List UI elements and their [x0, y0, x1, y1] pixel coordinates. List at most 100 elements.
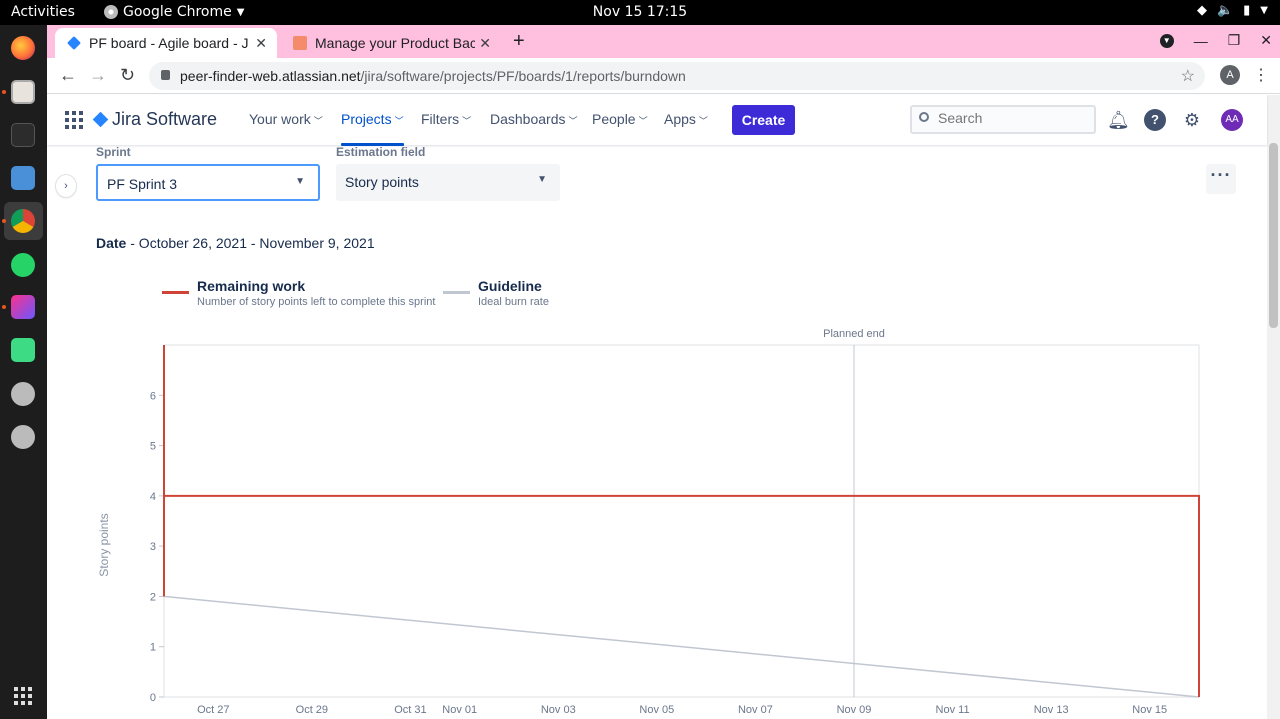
- close-icon[interactable]: ✕: [255, 35, 267, 52]
- chevron-down-icon: ﹀: [313, 116, 323, 126]
- android-studio-icon[interactable]: [11, 338, 35, 362]
- menu-label: Filters: [421, 111, 460, 127]
- intellij-icon[interactable]: [11, 295, 35, 319]
- browser-tab-strip: PF board - Agile board - Jira ✕ Manage y…: [47, 25, 1280, 58]
- wifi-icon: ◆: [1196, 3, 1207, 18]
- lock-icon: [161, 70, 170, 80]
- notifications-icon[interactable]: 🔔︎: [1107, 109, 1130, 131]
- y-tick-label: 0: [150, 692, 156, 704]
- burndown-report: › Sprint PF Sprint 3 ▼ Estimation field …: [47, 145, 1267, 719]
- chevron-down-icon: ﹀: [394, 116, 404, 126]
- jira-logo-icon: [92, 111, 109, 128]
- whatsapp-icon[interactable]: [11, 253, 35, 277]
- url-text: peer-finder-web.atlassian.net/jira/softw…: [180, 68, 686, 84]
- product-name: Jira Software: [112, 109, 218, 129]
- y-tick-label: 2: [150, 591, 156, 603]
- remaining-work-line: [163, 345, 1200, 697]
- create-button[interactable]: Create: [732, 105, 795, 135]
- chrome-icon: [104, 5, 118, 19]
- system-tray[interactable]: ◆ 🔈 ▮ ▼: [1197, 3, 1268, 18]
- address-bar[interactable]: peer-finder-web.atlassian.net/jira/softw…: [149, 62, 1205, 90]
- menu-projects[interactable]: Projects ﹀: [341, 111, 404, 146]
- disk-icon[interactable]: [11, 382, 35, 406]
- x-tick-label: Nov 11: [936, 704, 970, 716]
- caret-down-icon: ▼: [1260, 5, 1268, 16]
- x-tick-label: Nov 03: [541, 704, 576, 716]
- running-indicator: [2, 305, 6, 309]
- activities-button[interactable]: Activities: [11, 4, 75, 20]
- chevron-down-icon: ﹀: [698, 116, 708, 126]
- volume-icon: 🔈: [1216, 3, 1234, 18]
- profile-avatar[interactable]: A: [1220, 65, 1240, 85]
- chrome-icon[interactable]: [11, 209, 35, 233]
- firefox-icon[interactable]: [11, 36, 35, 60]
- x-tick-label: Nov 15: [1132, 704, 1167, 716]
- url-path: /jira/software/projects/PF/boards/1/repo…: [360, 68, 686, 84]
- document-viewer-icon[interactable]: [11, 166, 35, 190]
- active-menu-underline: [341, 143, 404, 146]
- y-tick-label: 3: [150, 541, 156, 553]
- y-tick-label: 6: [150, 390, 156, 402]
- forward-icon[interactable]: →: [89, 65, 107, 86]
- menu-apps[interactable]: Apps ﹀: [664, 111, 708, 127]
- tab-title: PF board - Agile board - Jira: [89, 35, 249, 51]
- menu-people[interactable]: People ﹀: [592, 111, 648, 127]
- menu-label: Projects: [341, 111, 392, 127]
- menu-dashboards[interactable]: Dashboards ﹀: [490, 111, 578, 127]
- y-axis-label: Story points: [97, 513, 111, 576]
- y-tick-label: 4: [150, 491, 156, 503]
- disk-icon[interactable]: [11, 425, 35, 449]
- app-switcher-icon[interactable]: [65, 111, 83, 129]
- settings-gear-icon[interactable]: ⚙: [1181, 109, 1203, 131]
- scrollbar-thumb[interactable]: [1269, 143, 1278, 328]
- window-controls: ▼ — ❐ ✕: [1159, 32, 1272, 49]
- help-icon[interactable]: ?: [1144, 109, 1166, 131]
- show-applications-icon[interactable]: [14, 687, 32, 705]
- scrum-favicon-icon: [293, 36, 307, 50]
- close-window-icon[interactable]: ✕: [1260, 32, 1272, 49]
- jira-logo[interactable]: Jira Software: [92, 109, 218, 130]
- search-input[interactable]: [938, 110, 1088, 126]
- menu-filters[interactable]: Filters ﹀: [421, 111, 471, 127]
- bookmark-star-icon[interactable]: ☆: [1181, 66, 1195, 86]
- x-tick-label: Nov 13: [1034, 704, 1069, 716]
- files-icon[interactable]: [11, 80, 35, 104]
- caret-down-icon: ▼: [236, 6, 245, 18]
- url-host: peer-finder-web.atlassian.net: [180, 68, 361, 84]
- x-tick-label: Nov 05: [639, 704, 674, 716]
- menu-label: Dashboards: [490, 111, 566, 127]
- jira-top-nav: Jira Software Your work ﹀ Projects ﹀ Filte…: [47, 95, 1267, 146]
- chrome-menu-icon[interactable]: ⋮: [1253, 65, 1269, 85]
- tab-product-backlog[interactable]: Manage your Product Backlog ✕: [281, 28, 501, 58]
- user-avatar[interactable]: AA: [1221, 109, 1243, 131]
- browser-toolbar: ← → ↻ peer-finder-web.atlassian.net/jira…: [47, 58, 1280, 94]
- jira-favicon-icon: [67, 36, 81, 50]
- search-field[interactable]: [910, 105, 1096, 134]
- menu-your-work[interactable]: Your work ﹀: [249, 111, 323, 127]
- dock: [0, 25, 47, 719]
- tab-search-icon[interactable]: ▼: [1159, 33, 1174, 48]
- x-tick-label: Oct 29: [296, 704, 328, 716]
- minimize-icon[interactable]: —: [1194, 33, 1208, 49]
- chevron-down-icon: ﹀: [568, 116, 578, 126]
- x-tick-label: Nov 01: [442, 704, 477, 716]
- x-tick-label: Oct 27: [197, 704, 229, 716]
- app-menu-label: Google Chrome: [123, 4, 232, 20]
- chevron-down-icon: ﹀: [638, 116, 648, 126]
- system-top-bar: Activities Google Chrome ▼ Nov 15 17:15 …: [0, 0, 1280, 25]
- terminal-icon[interactable]: [11, 123, 35, 147]
- plot-frame: [163, 344, 1200, 698]
- running-indicator: [2, 219, 6, 223]
- x-tick-label: Oct 31: [394, 704, 426, 716]
- app-menu[interactable]: Google Chrome ▼: [104, 4, 244, 20]
- back-icon[interactable]: ←: [59, 65, 77, 86]
- y-tick-label: 5: [150, 441, 156, 453]
- new-tab-icon[interactable]: +: [513, 30, 525, 53]
- close-icon[interactable]: ✕: [479, 35, 491, 52]
- reload-icon[interactable]: ↻: [120, 65, 135, 86]
- maximize-icon[interactable]: ❐: [1228, 32, 1241, 49]
- battery-icon: ▮: [1243, 3, 1251, 18]
- tab-jira-board[interactable]: PF board - Agile board - Jira ✕: [55, 28, 277, 58]
- page-scrollbar[interactable]: [1267, 95, 1280, 719]
- menu-label: People: [592, 111, 636, 127]
